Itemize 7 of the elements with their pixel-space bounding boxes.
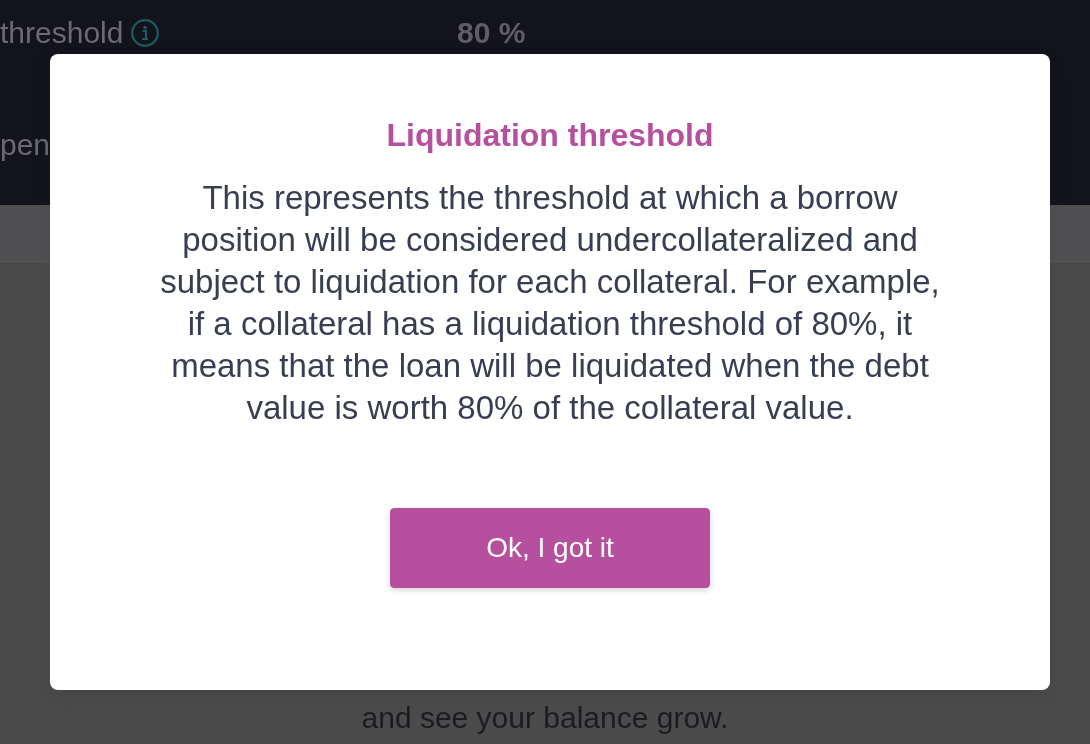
dialog-title: Liquidation threshold: [386, 116, 714, 155]
field-label: pen: [0, 130, 51, 160]
field-label: threshold: [0, 18, 124, 48]
ok-button[interactable]: Ok, I got it: [390, 508, 710, 588]
info-icon[interactable]: [131, 19, 160, 47]
dialog-text: This represents the threshold at which a borrow position will be considered undercollateralized and subject to liquidation for each collateral. For example, if a collateral has a liquidation threshold of 80%, it means that the loan will be liquidated when the debt value is worth 80% of the collateral value.: [159, 178, 941, 428]
field-value: 80 %: [457, 18, 526, 48]
